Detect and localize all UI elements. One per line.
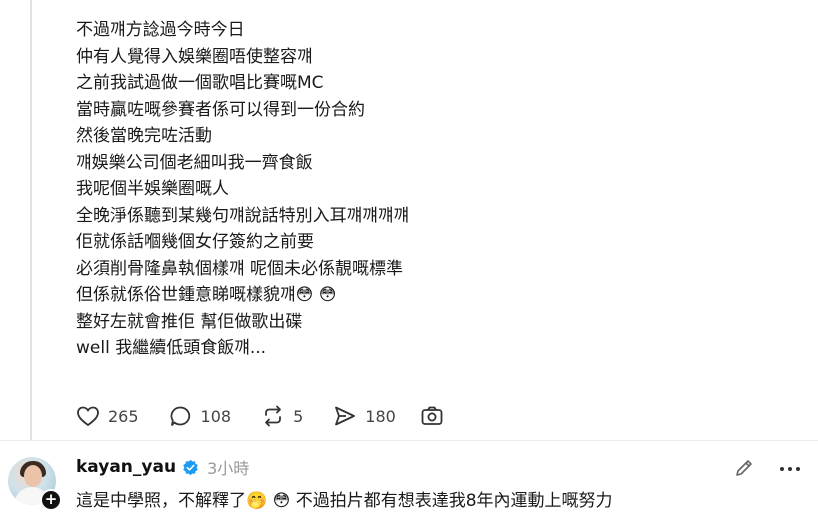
- post-line: 佢就係話嗰幾個女仔簽約之前要: [76, 232, 314, 252]
- repost-count: 5: [293, 406, 304, 426]
- reply-item: + kayan_yau 3小時 這是中學照，不解釋了🤭 😳 不過拍片都有想表達我…: [0, 440, 818, 525]
- more-dot: [796, 467, 800, 471]
- like-button[interactable]: 265: [76, 405, 139, 427]
- repost-button[interactable]: 5: [261, 405, 303, 427]
- more-options-button[interactable]: [780, 467, 804, 471]
- more-dots-icon: [780, 467, 784, 471]
- avatar-face: [24, 465, 42, 487]
- post-line: 我呢個半娛樂圈嘅人: [76, 179, 229, 199]
- username-link[interactable]: kayan_yau: [76, 457, 176, 477]
- comment-count: 108: [200, 406, 232, 426]
- reply-header: kayan_yau 3小時: [76, 455, 249, 479]
- post-line: 必須削骨隆鼻執個樣꺠 呢個未必係靚嘅標準: [76, 258, 404, 279]
- post-line: 之前我試過做一個歌唱比賽嘅MC: [76, 73, 324, 93]
- verified-badge-icon: [183, 459, 198, 475]
- more-dot: [788, 467, 792, 471]
- post-line: well 我繼續低頭食飯꺠...: [76, 338, 267, 358]
- post-line: 然後當晚完咗活動: [76, 126, 212, 146]
- pencil-icon: [736, 460, 752, 476]
- comment-bubble-icon: [170, 406, 190, 426]
- follow-button[interactable]: +: [40, 489, 62, 511]
- like-count: 265: [108, 406, 139, 426]
- camera-icon: [421, 406, 443, 425]
- post-line: 但係就係俗世鍾意睇嘅樣貌꺠😳 😳: [76, 285, 337, 305]
- reply-timestamp: 3小時: [207, 459, 250, 478]
- reply-text: 這是中學照，不解釋了🤭 😳 不過拍片都有想表達我8年內運動上嘅努力: [76, 491, 613, 511]
- repost-icon: [265, 405, 281, 427]
- camera-button[interactable]: [420, 405, 452, 427]
- post-line: 整好左就會推佢 幫佢做歌出碟: [76, 311, 303, 332]
- thread-line: [30, 0, 32, 440]
- heart-icon: [77, 406, 99, 427]
- post-line: 꺠娛樂公司個老細叫我一齊食飯: [76, 152, 313, 173]
- share-count: 180: [365, 406, 396, 426]
- post-actions: 265 108 5 180: [76, 402, 482, 430]
- post-line: 仲有人覺得入娛樂圈唔使整容꺠: [76, 46, 313, 67]
- post-line: 當時贏咗嘅參賽者係可以得到一份合約: [76, 99, 365, 120]
- comment-button[interactable]: 108: [169, 405, 232, 427]
- post-line: 全晚淨係聽到某幾句꺠說話特別入耳꺠꺠꺠꺠: [76, 205, 410, 226]
- post-body: 不過꺠方諗過今時今日仲有人覺得入娛樂圈唔使整容꺠 之前我試過做一個歌唱比賽嘅MC 當…: [76, 17, 409, 362]
- post-line: 不過꺠方諗過今時今日: [76, 20, 245, 40]
- share-button[interactable]: 180: [333, 405, 396, 427]
- send-icon: [335, 406, 356, 426]
- edit-button[interactable]: [733, 457, 755, 483]
